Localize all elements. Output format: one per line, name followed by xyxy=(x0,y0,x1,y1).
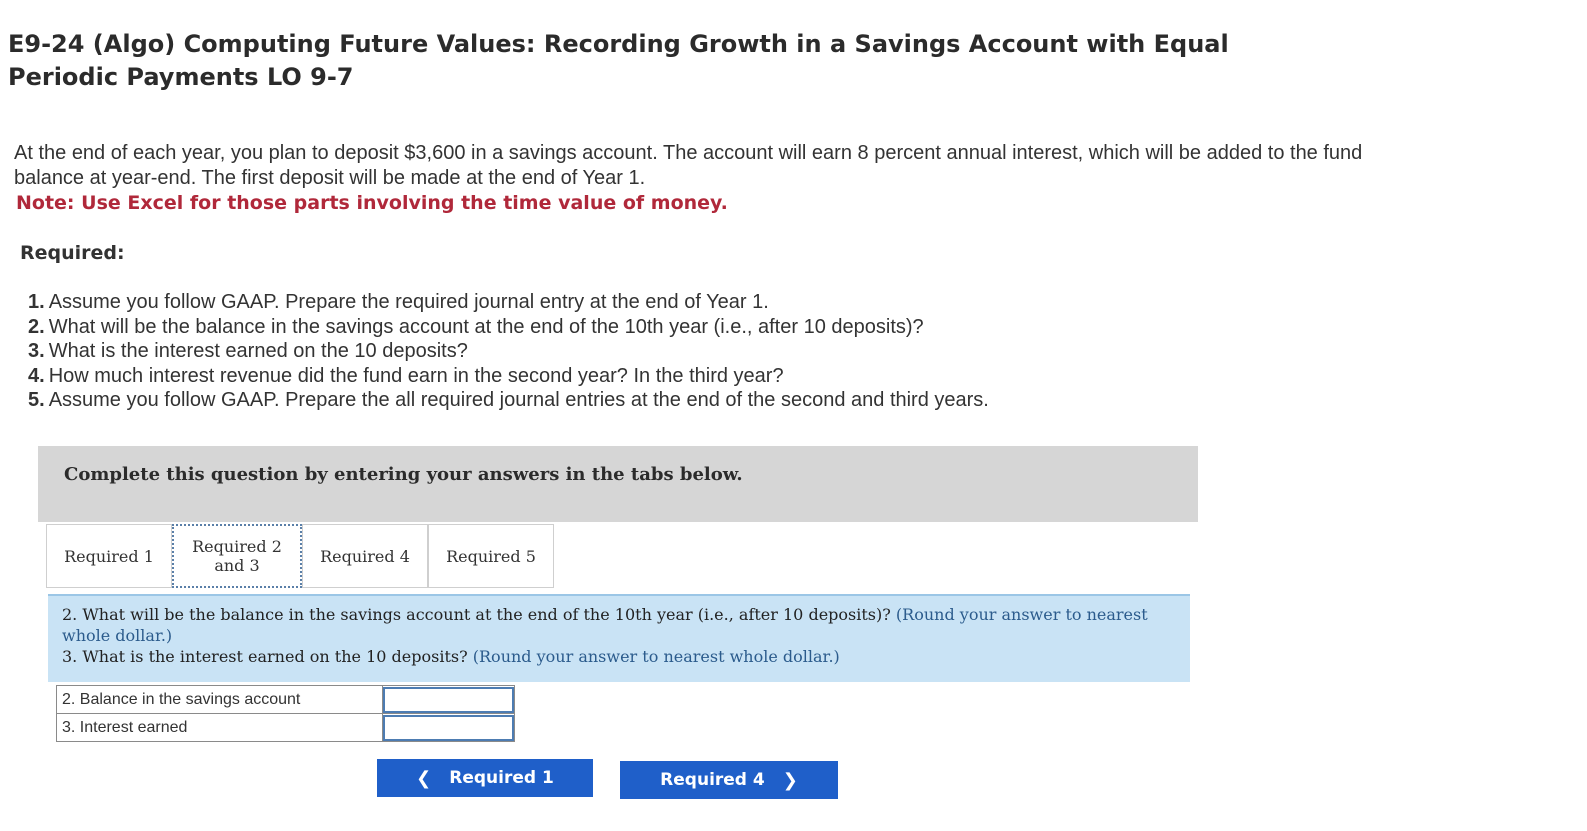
required-heading: Required: xyxy=(20,242,125,264)
banner-text: Complete this question by entering your … xyxy=(64,464,743,485)
intro-text: At the end of each year, you plan to dep… xyxy=(14,142,1363,189)
interest-input[interactable] xyxy=(383,714,514,741)
chevron-right-icon: ❯ xyxy=(782,769,798,791)
requirement-item: 5. Assume you follow GAAP. Prepare the al… xyxy=(28,389,989,412)
tab-required-1[interactable]: Required 1 xyxy=(46,524,172,588)
requirements-list: 1. Assume you follow GAAP. Prepare the re… xyxy=(28,290,1128,413)
answer-table: 2. Balance in the savings account 3. Int… xyxy=(56,685,515,742)
tab-bar: Required 1 Required 2 and 3 Required 4 Re… xyxy=(46,524,554,588)
page-title: E9-24 (Algo) Computing Future Values: Re… xyxy=(8,30,1229,91)
balance-label: 2. Balance in the savings account xyxy=(56,685,383,714)
table-row: 2. Balance in the savings account xyxy=(56,685,515,714)
excel-note: Note: Use Excel for those parts involvin… xyxy=(16,192,728,214)
requirement-item: 4. How much interest revenue did the fund… xyxy=(28,364,784,387)
tab-required-5[interactable]: Required 5 xyxy=(428,524,554,588)
requirement-item: 1. Assume you follow GAAP. Prepare the re… xyxy=(28,291,769,313)
balance-input[interactable] xyxy=(383,686,514,713)
table-row: 3. Interest earned xyxy=(56,713,515,742)
instructions-banner: Complete this question by entering your … xyxy=(38,446,1198,522)
interest-label: 3. Interest earned xyxy=(56,713,383,742)
tab-required-4[interactable]: Required 4 xyxy=(302,524,428,588)
question-2: 2. What will be the balance in the savin… xyxy=(62,605,1148,645)
requirement-item: 3. What is the interest earned on the 10 … xyxy=(28,340,468,363)
tab-required-2-and-3[interactable]: Required 2 and 3 xyxy=(172,524,302,588)
prev-required-1-button[interactable]: ❮ Required 1 xyxy=(377,759,593,797)
next-required-4-button[interactable]: Required 4 ❯ xyxy=(620,761,838,799)
requirement-item: 2. What will be the balance in the saving… xyxy=(28,315,924,338)
question-panel: 2. What will be the balance in the savin… xyxy=(48,594,1190,682)
chevron-left-icon: ❮ xyxy=(416,767,432,789)
page: E9-24 (Algo) Computing Future Values: Re… xyxy=(0,0,1587,831)
question-3: 3. What is the interest earned on the 10… xyxy=(62,647,840,666)
